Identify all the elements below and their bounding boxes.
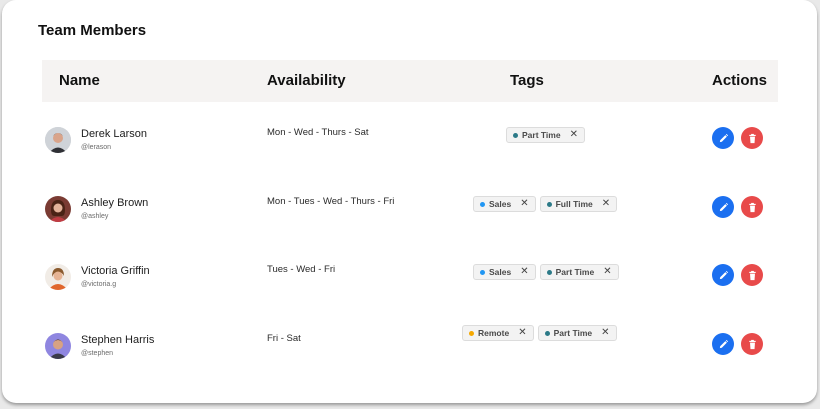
delete-button[interactable] [741,196,763,218]
avatar [45,127,71,153]
edit-button[interactable] [712,264,734,286]
tag-remove-icon[interactable]: ✕ [603,267,611,277]
member-availability: Mon - Wed - Thurs - Sat [267,127,369,138]
avatar-portrait-icon [45,264,71,290]
tag-chip: Part Time ✕ [539,264,619,280]
tag-chip: Part Time ✕ [506,127,585,143]
member-name: Ashley Brown [81,197,149,209]
delete-button[interactable] [741,264,763,286]
tag-dot-icon [546,269,552,275]
member-tags: Remote ✕ Part Time ✕ [462,325,617,341]
tag-remove-icon[interactable]: ✕ [520,199,528,209]
member-tags: Sales ✕ Part Time ✕ [473,264,619,280]
tag-remove-icon[interactable]: ✕ [570,130,578,140]
member-handle: @victoria.g [81,281,117,288]
tag-remove-icon[interactable]: ✕ [518,328,526,338]
avatar-portrait-icon [45,333,71,359]
tag-remove-icon[interactable]: ✕ [520,267,528,277]
member-name: Victoria Griffin [81,265,150,277]
tag-label: Sales [489,267,512,277]
page-title: Team Members [38,22,147,39]
tag-label: Remote [478,328,510,338]
tag-chip: Sales ✕ [473,196,536,212]
delete-button[interactable] [741,333,763,355]
tag-dot-icon [480,269,485,275]
member-availability: Fri - Sat [267,333,301,344]
table-row: Victoria Griffin @victoria.g Tues - Wed … [2,264,817,304]
member-name: Stephen Harris [81,334,155,346]
table-header: Name Availability Tags Actions [42,60,778,102]
table-row: Stephen Harris @stephen Fri - Sat Remote… [2,325,817,373]
tag-chip: Sales ✕ [473,264,536,280]
tag-label: Part Time [522,130,561,140]
trash-icon [748,339,756,349]
table-row: Derek Larson @lerason Mon - Wed - Thurs … [2,127,817,167]
tag-chip: Part Time ✕ [537,325,617,341]
tag-dot-icon [469,330,474,336]
tag-chip: Full Time ✕ [539,196,618,212]
edit-button[interactable] [712,333,734,355]
member-availability: Tues - Wed - Fri [267,264,336,275]
column-header-tags: Tags [510,72,544,89]
trash-icon [748,133,756,143]
pencil-icon [719,133,728,142]
pencil-icon [719,339,728,348]
trash-icon [748,202,756,212]
tag-label: Full Time [555,199,593,209]
avatar-portrait-icon [45,127,71,153]
tag-dot-icon [513,132,518,138]
avatar [45,264,71,290]
pencil-icon [719,202,728,211]
column-header-actions: Actions [712,72,768,89]
avatar [45,333,71,359]
edit-button[interactable] [712,196,734,218]
edit-button[interactable] [712,127,734,149]
tag-chip: Remote ✕ [462,325,534,341]
pencil-icon [719,270,728,279]
tag-label: Sales [489,199,512,209]
column-header-name: Name [59,72,100,89]
member-tags: Sales ✕ Full Time ✕ [473,196,618,212]
member-availability: Mon - Tues - Wed - Thurs - Fri [267,196,395,207]
tag-label: Part Time [553,328,593,338]
tag-remove-icon[interactable]: ✕ [601,328,609,338]
member-handle: @stephen [81,350,114,357]
tag-label: Part Time [555,267,595,277]
member-name: Derek Larson [81,128,148,140]
tag-dot-icon [544,330,550,336]
avatar-portrait-icon [45,196,71,222]
member-handle: @ashley [81,213,109,220]
member-tags: Part Time ✕ [506,127,585,143]
team-members-card: Team Members Name Availability Tags Acti… [2,0,817,403]
trash-icon [748,270,756,280]
column-header-availability: Availability [267,72,346,89]
delete-button[interactable] [741,127,763,149]
tag-dot-icon [546,201,552,207]
tag-remove-icon[interactable]: ✕ [602,199,610,209]
member-handle: @lerason [81,144,112,151]
tag-dot-icon [480,201,485,207]
table-row: Ashley Brown @ashley Mon - Tues - Wed - … [2,196,817,236]
avatar [45,196,71,222]
